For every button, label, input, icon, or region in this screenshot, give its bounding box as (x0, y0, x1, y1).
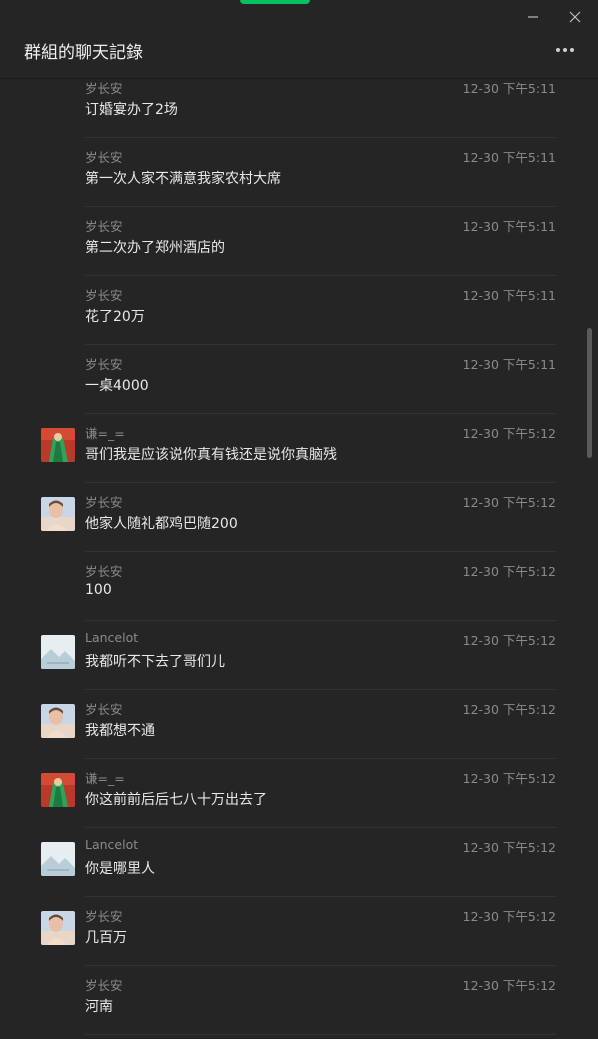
sender-name: 岁长安 (85, 219, 123, 234)
sender-name: 岁长安 (85, 495, 123, 510)
avatar[interactable] (41, 773, 75, 807)
message-item[interactable]: 岁长安 12-30 下午5:11 一桌4000 (0, 345, 598, 414)
message-time: 12-30 下午5:11 (462, 81, 556, 96)
sender-name: 岁长安 (85, 150, 123, 165)
message-text: 哥们我是应该说你真有钱还是说你真脑残 (85, 447, 337, 463)
message-time: 12-30 下午5:12 (462, 702, 556, 717)
message-item[interactable]: 谦=_= 12-30 下午5:12 哥们我是应该说你真有钱还是说你真脑残 (0, 414, 598, 483)
sender-name: Lancelot (85, 630, 139, 645)
more-dots-icon (556, 48, 574, 52)
sender-name: 岁长安 (85, 909, 123, 924)
message-text: 他家人随礼都鸡巴随200 (85, 516, 238, 532)
divider (85, 1034, 556, 1035)
sender-name: 岁长安 (85, 288, 123, 303)
message-text: 几百万 (85, 930, 127, 946)
message-time: 12-30 下午5:11 (462, 288, 556, 303)
sender-name: 岁长安 (85, 564, 123, 579)
more-button[interactable] (553, 40, 577, 60)
message-text: 河南 (85, 999, 113, 1015)
close-button[interactable] (562, 6, 588, 28)
message-time: 12-30 下午5:12 (462, 978, 556, 993)
sender-name: 岁长安 (85, 702, 123, 717)
message-time: 12-30 下午5:11 (462, 150, 556, 165)
message-text: 订婚宴办了2场 (85, 102, 178, 118)
message-time: 12-30 下午5:12 (462, 495, 556, 510)
message-item[interactable]: 岁长安 12-30 下午5:12 100 (0, 552, 598, 621)
message-time: 12-30 下午5:12 (462, 633, 556, 648)
message-text: 我都听不下去了哥们儿 (85, 654, 225, 670)
sender-name: 谦=_= (85, 771, 125, 786)
message-item[interactable]: Lancelot 12-30 下午5:12 我都听不下去了哥们儿 (0, 621, 598, 690)
message-time: 12-30 下午5:12 (462, 771, 556, 786)
message-item[interactable]: 岁长安 12-30 下午5:11 第一次人家不满意我家农村大席 (0, 138, 598, 207)
minimize-button[interactable] (520, 6, 546, 28)
message-item[interactable]: 岁长安 12-30 下午5:11 第二次办了郑州酒店的 (0, 207, 598, 276)
window-title: 群組的聊天記錄 (24, 43, 143, 63)
message-text: 你这前前后后七八十万出去了 (85, 792, 267, 808)
title-bar: 群組的聊天記錄 (0, 0, 598, 79)
message-text: 我都想不通 (85, 723, 155, 739)
message-item[interactable]: 岁长安 12-30 下午5:12 河南 (0, 966, 598, 1035)
sender-name: 岁长安 (85, 357, 123, 372)
sender-name: Lancelot (85, 837, 139, 852)
avatar[interactable] (41, 497, 75, 531)
message-time: 12-30 下午5:11 (462, 357, 556, 372)
message-time: 12-30 下午5:12 (462, 909, 556, 924)
message-time: 12-30 下午5:11 (462, 219, 556, 234)
message-item[interactable]: 岁长安 12-30 下午5:12 几百万 (0, 897, 598, 966)
scrollbar-thumb[interactable] (587, 328, 592, 458)
message-item[interactable]: 岁长安 12-30 下午5:12 他家人随礼都鸡巴随200 (0, 483, 598, 552)
message-time: 12-30 下午5:12 (462, 426, 556, 441)
message-item[interactable]: 谦=_= 12-30 下午5:12 你这前前后后七八十万出去了 (0, 759, 598, 828)
sender-name: 谦=_= (85, 426, 125, 441)
message-time: 12-30 下午5:12 (462, 840, 556, 855)
message-text: 你是哪里人 (85, 861, 155, 877)
message-text: 100 (85, 582, 112, 598)
message-text: 花了20万 (85, 309, 145, 325)
sender-name: 岁长安 (85, 81, 123, 96)
message-time: 12-30 下午5:12 (462, 564, 556, 579)
close-icon (569, 11, 581, 23)
message-item[interactable]: 岁长安 12-30 下午5:11 订婚宴办了2场 (0, 69, 598, 138)
message-item[interactable]: Lancelot 12-30 下午5:12 你是哪里人 (0, 828, 598, 897)
avatar[interactable] (41, 635, 75, 669)
avatar[interactable] (41, 704, 75, 738)
message-list[interactable]: 岁长安 12-30 下午5:11 订婚宴办了2场 岁长安 12-30 下午5:11 第一次… (0, 69, 598, 1039)
minimize-icon (528, 16, 538, 18)
avatar[interactable] (41, 428, 75, 462)
message-item[interactable]: 岁长安 12-30 下午5:11 花了20万 (0, 276, 598, 345)
message-text: 第二次办了郑州酒店的 (85, 240, 225, 256)
message-text: 一桌4000 (85, 378, 149, 394)
avatar[interactable] (41, 842, 75, 876)
sender-name: 岁长安 (85, 978, 123, 993)
avatar[interactable] (41, 911, 75, 945)
message-item[interactable]: 岁长安 12-30 下午5:12 我都想不通 (0, 690, 598, 759)
message-text: 第一次人家不满意我家农村大席 (85, 171, 281, 187)
